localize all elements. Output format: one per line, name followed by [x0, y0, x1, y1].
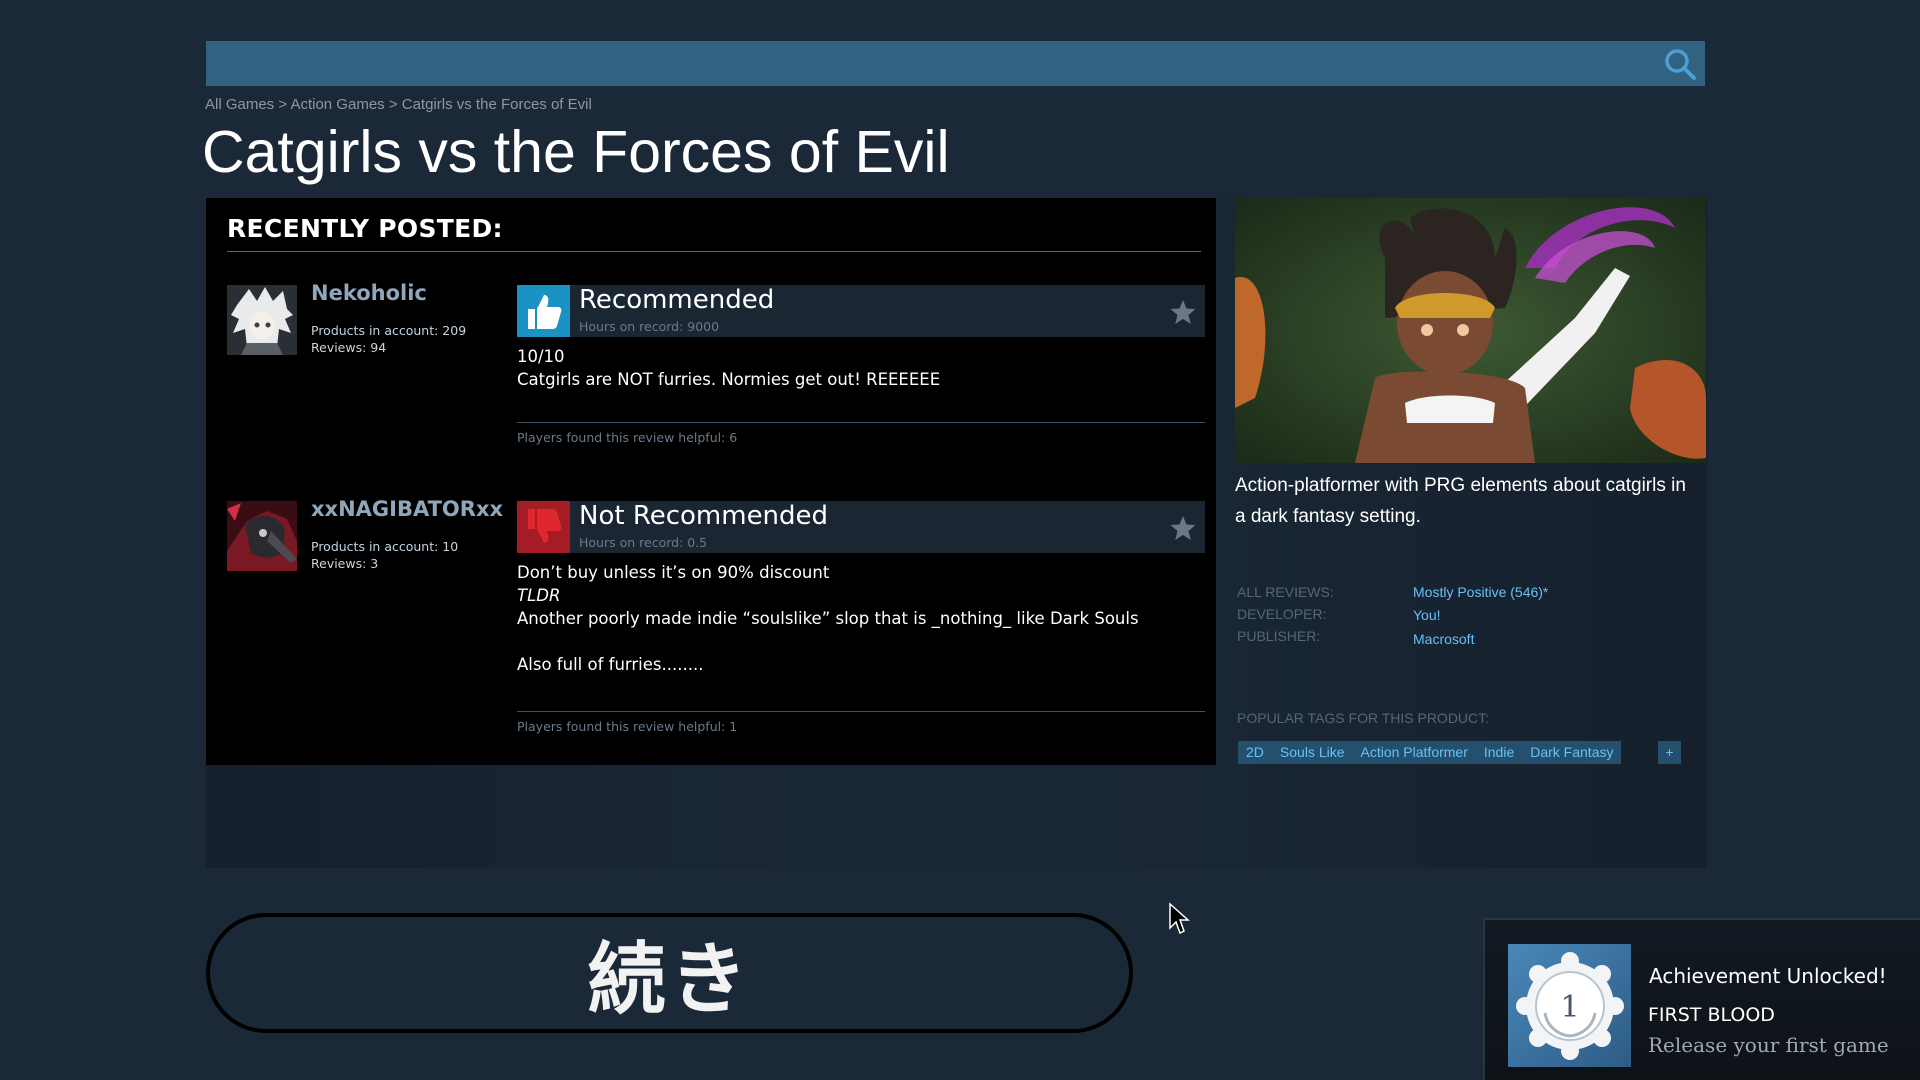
game-capsule-image[interactable] [1235, 198, 1706, 463]
tag[interactable]: Souls Like [1271, 741, 1353, 764]
tags-row: 2D Souls Like Action Platformer Indie Da… [1238, 741, 1622, 764]
achievement-name: FIRST BLOOD [1648, 1004, 1775, 1026]
cursor-icon [1169, 902, 1190, 935]
search-icon[interactable] [1663, 47, 1697, 81]
verdict-title: Recommended [579, 285, 775, 315]
verdict-title: Not Recommended [579, 501, 829, 531]
tag[interactable]: Action Platformer [1352, 741, 1476, 764]
products-count: Products in account: 10 [311, 539, 459, 554]
hours-on-record: Hours on record: 0.5 [579, 535, 708, 550]
helpful-count: Players found this review helpful: 6 [517, 430, 738, 445]
achievement-badge-icon: 1 [1508, 944, 1631, 1067]
continue-button[interactable]: 続き [206, 913, 1133, 1033]
page-title: Catgirls vs the Forces of Evil [202, 119, 950, 185]
developer-link[interactable]: You! [1413, 607, 1441, 623]
products-count: Products in account: 209 [311, 323, 467, 338]
add-tag-button[interactable]: + [1658, 741, 1681, 764]
star-icon[interactable] [1169, 514, 1197, 542]
tag[interactable]: Dark Fantasy [1522, 741, 1622, 764]
review-line: Catgirls are NOT furries. Normies get ou… [517, 370, 941, 389]
divider [517, 422, 1205, 423]
tag[interactable]: Indie [1475, 741, 1523, 764]
all-reviews-value[interactable]: Mostly Positive (546)* [1413, 584, 1548, 600]
search-bar[interactable] [206, 41, 1705, 86]
avatar[interactable] [227, 285, 297, 355]
breadcrumb[interactable]: All Games > Action Games > Catgirls vs t… [205, 96, 592, 113]
hours-on-record: Hours on record: 9000 [579, 319, 720, 334]
tag[interactable]: 2D [1238, 741, 1272, 764]
achievement-title: Achievement Unlocked! [1649, 964, 1887, 988]
achievement-description: Release your first game [1648, 1033, 1889, 1057]
divider [227, 251, 1201, 252]
review-line: Also full of furries........ [517, 655, 704, 674]
thumbs-down-icon [517, 501, 570, 553]
continue-label: 続き [587, 935, 752, 1025]
achievement-notification[interactable]: 1 Achievement Unlocked! FIRST BLOOD Rele… [1483, 918, 1920, 1080]
review-line: Another poorly made indie “soulslike” sl… [517, 609, 1139, 628]
badge-number: 1 [1560, 990, 1579, 1025]
divider [517, 711, 1205, 712]
author-name[interactable]: Nekoholic [311, 281, 427, 305]
review-line: 10/10 [517, 347, 565, 366]
reviews-heading: RECENTLY POSTED: [227, 214, 503, 243]
reviews-count: Reviews: 94 [311, 340, 387, 355]
helpful-count: Players found this review helpful: 1 [517, 719, 738, 734]
avatar[interactable] [227, 501, 297, 571]
publisher-link[interactable]: Macrosoft [1413, 631, 1474, 647]
publisher-label: PUBLISHER: [1237, 628, 1321, 644]
game-description: Action-platformer with PRG elements abou… [1235, 475, 1686, 527]
tags-label: POPULAR TAGS FOR THIS PRODUCT: [1237, 710, 1490, 726]
verdict-bar: Recommended Hours on record: 9000 [517, 285, 1205, 337]
reviews-section: RECENTLY POSTED: Nekoholic Products in a… [206, 198, 1216, 765]
review-text: 10/10 Catgirls are NOT furries. Normies … [517, 345, 1205, 391]
author-name[interactable]: xxNAGIBATORxx [311, 497, 503, 521]
verdict-bar: Not Recommended Hours on record: 0.5 [517, 501, 1205, 553]
thumbs-up-icon [517, 285, 570, 337]
review-line: Don’t buy unless it’s on 90% discount [517, 563, 830, 582]
review-text: Don’t buy unless it’s on 90% discount TL… [517, 561, 1205, 676]
review-line: TLDR [517, 586, 561, 605]
developer-label: DEVELOPER: [1237, 606, 1327, 622]
star-icon[interactable] [1169, 298, 1197, 326]
reviews-count: Reviews: 3 [311, 556, 379, 571]
all-reviews-label: ALL REVIEWS: [1237, 584, 1334, 600]
